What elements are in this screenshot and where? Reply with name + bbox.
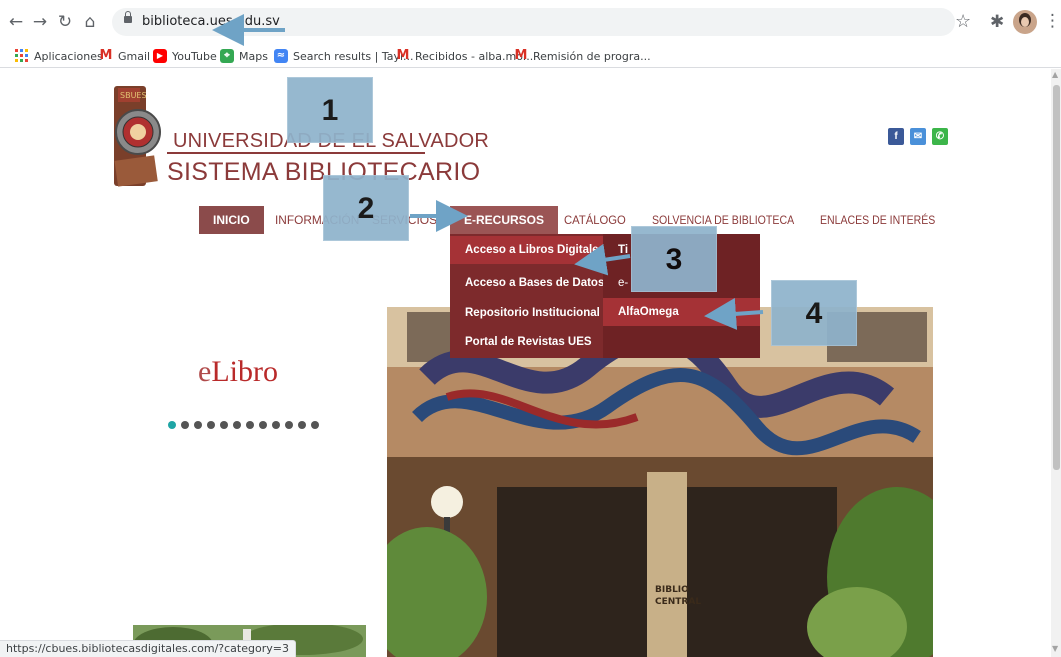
title-divider [167,152,425,154]
bookmark-label: Maps [239,49,268,63]
svg-text:SBUES: SBUES [120,91,147,100]
annotation-callout-2: 2 [323,175,409,241]
nav-catalogo[interactable]: CATÁLOGO [564,206,626,234]
slider-pagination [168,421,324,431]
reload-icon[interactable]: ↻ [55,12,75,32]
url-text[interactable]: biblioteca.ues.edu.sv [142,14,280,29]
bookmark-gmail[interactable]: M Gmail [99,48,151,64]
elibro-logo[interactable]: eLibro [198,355,278,389]
scroll-down-arrow-icon[interactable]: ▼ [1052,644,1058,653]
slider-dot[interactable] [272,421,280,429]
profile-avatar[interactable] [1013,10,1037,34]
slider-dot[interactable] [194,421,202,429]
browser-toolbar: ← → ↻ ⌂ biblioteca.ues.edu.sv ☆ ✱ ⋮ [0,0,1061,44]
forward-arrow-icon[interactable]: → [30,12,50,32]
back-arrow-icon[interactable]: ← [6,12,26,32]
slider-dot[interactable] [168,421,176,429]
nav-inicio[interactable]: INICIO [199,206,264,234]
slider-dot[interactable] [207,421,215,429]
link-status-bar: https://cbues.bibliotecasdigitales.com/?… [0,640,296,657]
bookmarks-bar: Aplicaciones M Gmail ▶ YouTube ⌖ Maps ≈ … [0,44,1061,68]
gmail-icon: M [99,48,113,63]
submenu-item-alfaomega[interactable]: AlfaOmega [603,298,760,326]
apps-grid-icon [15,49,29,63]
annotation-callout-1: 1 [287,77,373,143]
library-building-photo: BIBLIO CENTRAL [387,307,933,657]
nav-enlaces[interactable]: ENLACES DE INTERÉS [820,206,935,234]
phone-icon[interactable]: ✆ [932,128,948,145]
slider-dot[interactable] [220,421,228,429]
gmail-icon: M [396,48,410,63]
browser-menu-icon[interactable]: ⋮ [1044,11,1061,31]
bookmark-label: Gmail [118,49,151,63]
bookmark-recibidos[interactable]: M Recibidos - alba.mo... [396,48,534,64]
slider-dot[interactable] [298,421,306,429]
gmail-icon: M [514,48,528,63]
slider-dot[interactable] [246,421,254,429]
scroll-up-arrow-icon[interactable]: ▲ [1052,70,1058,79]
menu-item-revistas[interactable]: Portal de Revistas UES [450,328,603,356]
bookmark-label: Aplicaciones [34,49,103,63]
youtube-icon: ▶ [153,49,167,63]
menu-item-repositorio[interactable]: Repositorio Institucional [450,299,603,327]
slider-dot[interactable] [259,421,267,429]
mail-icon[interactable]: ✉ [910,128,926,145]
bookmark-youtube[interactable]: ▶ YouTube [153,48,217,64]
sbues-logo[interactable]: SBUES [110,84,168,190]
bookmark-aplicaciones[interactable]: Aplicaciones [15,48,103,64]
address-bar[interactable]: biblioteca.ues.edu.sv [112,8,955,36]
svg-text:CENTRAL: CENTRAL [655,597,701,607]
facebook-icon[interactable]: f [888,128,904,145]
annotation-callout-3: 3 [631,226,717,292]
home-icon[interactable]: ⌂ [80,12,100,32]
bookmark-label: Remisión de progra... [533,49,651,63]
bookmark-star-icon[interactable]: ☆ [955,11,971,32]
slider-dot[interactable] [181,421,189,429]
search-results-icon: ≈ [274,49,288,63]
lock-icon [124,11,132,23]
bookmark-remision[interactable]: M Remisión de progra... [514,48,651,64]
menu-item-bases-de-datos[interactable]: Acceso a Bases de Datos [450,269,604,297]
slider-dot[interactable] [233,421,241,429]
nav-erecursos[interactable]: E-RECURSOS [450,206,559,234]
bookmark-search-results[interactable]: ≈ Search results | Tayl... [274,48,414,64]
browser-window: ← → ↻ ⌂ biblioteca.ues.edu.sv ☆ ✱ ⋮ Apli… [0,0,1061,657]
maps-icon: ⌖ [220,49,234,63]
menu-item-libros-digitales[interactable]: Acceso a Libros Digitales [450,236,605,264]
slider-dot[interactable] [285,421,293,429]
slider-dot[interactable] [311,421,319,429]
svg-text:BIBLIO: BIBLIO [655,585,689,595]
bookmark-label: YouTube [172,49,217,63]
scrollbar-thumb[interactable] [1053,85,1060,470]
bookmark-maps[interactable]: ⌖ Maps [220,48,268,64]
annotation-callout-4: 4 [771,280,857,346]
extensions-puzzle-icon[interactable]: ✱ [990,12,1004,32]
